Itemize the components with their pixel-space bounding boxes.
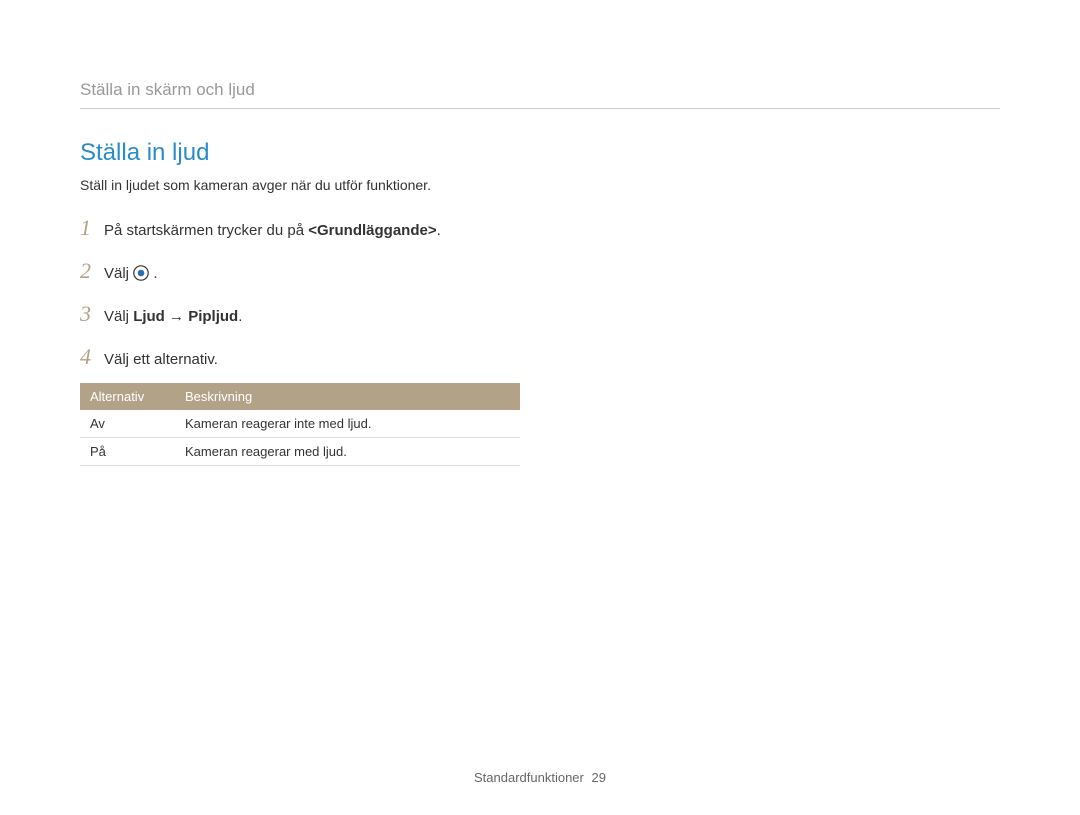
step-3: 3 Välj Ljud → Pipljud. [80,297,1000,330]
table-header-row: Alternativ Beskrivning [80,383,520,410]
step-text-pre: På startskärmen trycker du på [104,222,308,239]
table-row: Av Kameran reagerar inte med ljud. [80,410,520,438]
table-cell: Av [80,410,175,438]
step-number: 3 [80,297,104,330]
step-text: På startskärmen trycker du på <Grundlägg… [104,220,1000,243]
step-number: 2 [80,254,104,287]
step-text-bold: Pipljud [188,308,238,325]
divider [80,108,1000,109]
table-cell: Kameran reagerar med ljud. [175,438,520,466]
step-text-bold: Ljud [133,308,165,325]
step-text-bold: <Grundläggande> [308,222,436,239]
steps-list: 1 På startskärmen trycker du på <Grundlä… [80,211,1000,373]
table-header: Beskrivning [175,383,520,410]
table-cell: Kameran reagerar inte med ljud. [175,410,520,438]
table-header: Alternativ [80,383,175,410]
table-cell: På [80,438,175,466]
step-number: 1 [80,211,104,244]
step-text-pre: Välj [104,308,133,325]
arrow: → [165,308,188,325]
section-title: Ställa in ljud [80,139,1000,167]
step-2: 2 Välj . [80,254,1000,287]
step-text-post: . [437,222,441,239]
section-intro: Ställ in ljudet som kameran avger när du… [80,177,1000,193]
page-number: 29 [592,770,606,785]
step-text: Välj . [104,263,1000,286]
step-text: Välj ett alternativ. [104,349,1000,372]
breadcrumb: Ställa in skärm och ljud [80,80,1000,100]
page-footer: Standardfunktioner 29 [0,770,1080,785]
footer-label: Standardfunktioner [474,770,584,785]
step-4: 4 Välj ett alternativ. [80,340,1000,373]
step-text-pre: Välj [104,265,133,282]
record-icon [133,265,149,281]
table-row: På Kameran reagerar med ljud. [80,438,520,466]
step-text-post: . [153,265,157,282]
options-table: Alternativ Beskrivning Av Kameran reager… [80,383,520,466]
step-1: 1 På startskärmen trycker du på <Grundlä… [80,211,1000,244]
step-number: 4 [80,340,104,373]
step-text-post: . [238,308,242,325]
step-text: Välj Ljud → Pipljud. [104,306,1000,329]
